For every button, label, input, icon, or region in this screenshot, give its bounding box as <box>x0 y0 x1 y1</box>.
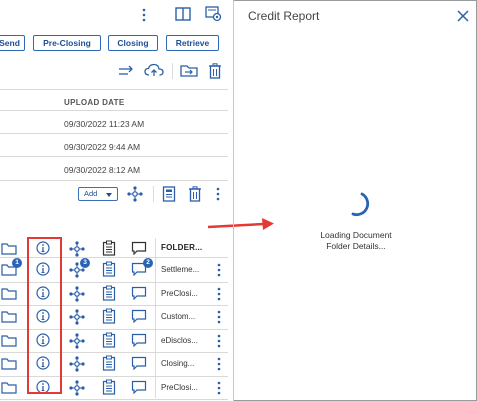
clipboard-icon[interactable] <box>102 308 116 324</box>
more-vertical-icon[interactable] <box>216 357 222 371</box>
comment-count-badge: 2 <box>143 258 153 268</box>
comment-icon[interactable] <box>131 356 147 370</box>
add-dropdown-button[interactable]: Add <box>78 187 118 201</box>
more-vertical-icon[interactable] <box>216 381 222 395</box>
workflow-icon <box>69 241 85 257</box>
clipboard-icon[interactable] <box>102 285 116 301</box>
folder-icon[interactable] <box>1 357 17 370</box>
folder-name[interactable]: PreClosi... <box>161 383 198 392</box>
loading-line-1: Loading Document <box>320 230 392 240</box>
more-vertical-icon[interactable] <box>216 287 222 301</box>
toolbar-separator <box>153 186 154 202</box>
more-vertical-icon[interactable] <box>216 310 222 324</box>
documents-panel: Send Pre-Closing Closing Retrieve UPLOAD… <box>0 0 274 401</box>
folder-name[interactable]: eDisclos... <box>161 336 198 345</box>
folder-column-header: FOLDER... <box>161 243 203 252</box>
workflow-icon[interactable] <box>69 309 85 325</box>
document-view-icon[interactable] <box>162 186 176 202</box>
folder-name[interactable]: Settleme... <box>161 265 199 274</box>
more-vertical-icon[interactable] <box>216 334 222 348</box>
retrieve-button[interactable]: Retrieve <box>166 35 219 51</box>
folder-name[interactable]: Closing... <box>161 359 194 368</box>
loading-line-2: Folder Details... <box>326 241 386 251</box>
closing-button[interactable]: Closing <box>108 35 158 51</box>
toolbar-separator <box>172 63 173 79</box>
panel-divider <box>233 0 234 401</box>
preview-icon[interactable] <box>205 6 223 22</box>
workflow-icon[interactable] <box>127 186 143 202</box>
split-view-icon[interactable] <box>175 7 191 21</box>
workflow-icon[interactable] <box>69 356 85 372</box>
send-arrows-icon[interactable] <box>118 64 136 78</box>
folder-count-badge: 1 <box>12 258 22 268</box>
clipboard-icon <box>102 240 116 256</box>
row-divider <box>0 399 228 400</box>
loading-spinner-icon <box>342 190 372 220</box>
upload-date-cell: 09/30/2022 9:44 AM <box>64 142 141 152</box>
folder-name[interactable]: PreClosi... <box>161 289 198 298</box>
add-label: Add <box>84 189 98 198</box>
table-header-border <box>0 110 228 111</box>
comment-icon[interactable] <box>131 309 147 323</box>
folder-icon[interactable] <box>1 334 17 347</box>
folder-icon[interactable] <box>1 287 17 300</box>
more-vertical-icon[interactable] <box>141 8 147 22</box>
send-button[interactable]: Send <box>0 35 25 51</box>
move-folder-icon[interactable] <box>180 63 198 78</box>
info-column-highlight <box>27 237 62 394</box>
clipboard-icon[interactable] <box>102 379 116 395</box>
red-arrow-icon <box>207 217 275 233</box>
loading-message: Loading Document Folder Details... <box>300 230 412 252</box>
workflow-icon[interactable] <box>69 332 85 349</box>
more-vertical-icon[interactable] <box>215 187 221 201</box>
panel-title: Credit Report <box>248 9 320 23</box>
comment-icon[interactable] <box>131 333 147 347</box>
chevron-down-icon <box>106 193 112 197</box>
table-top-border <box>0 89 228 90</box>
workflow-count-badge: 3 <box>80 258 90 268</box>
cloud-upload-icon[interactable] <box>144 63 164 78</box>
delete-icon[interactable] <box>208 63 222 79</box>
folder-icon[interactable] <box>1 310 17 323</box>
upload-date-cell: 09/30/2022 11:23 AM <box>64 119 145 129</box>
comment-icon <box>131 241 147 255</box>
workflow-icon[interactable] <box>69 379 85 396</box>
pre-closing-button[interactable]: Pre-Closing <box>33 35 101 51</box>
close-icon[interactable] <box>456 9 470 23</box>
comment-icon[interactable] <box>131 380 147 394</box>
row-divider <box>0 156 228 157</box>
clipboard-icon[interactable] <box>102 261 116 277</box>
delete-icon[interactable] <box>188 186 202 202</box>
upload-date-header: UPLOAD DATE <box>64 98 125 107</box>
more-vertical-icon[interactable] <box>216 263 222 277</box>
workflow-icon[interactable] <box>69 285 85 302</box>
folder-name[interactable]: Custom... <box>161 312 195 321</box>
row-divider <box>0 133 228 134</box>
clipboard-icon[interactable] <box>102 355 116 371</box>
folder-icon[interactable] <box>1 381 17 394</box>
upload-date-cell: 09/30/2022 8:12 AM <box>64 165 141 175</box>
clipboard-icon[interactable] <box>102 332 116 348</box>
row-divider <box>0 180 228 181</box>
folder-icon <box>1 242 17 255</box>
comment-icon[interactable] <box>131 286 147 300</box>
